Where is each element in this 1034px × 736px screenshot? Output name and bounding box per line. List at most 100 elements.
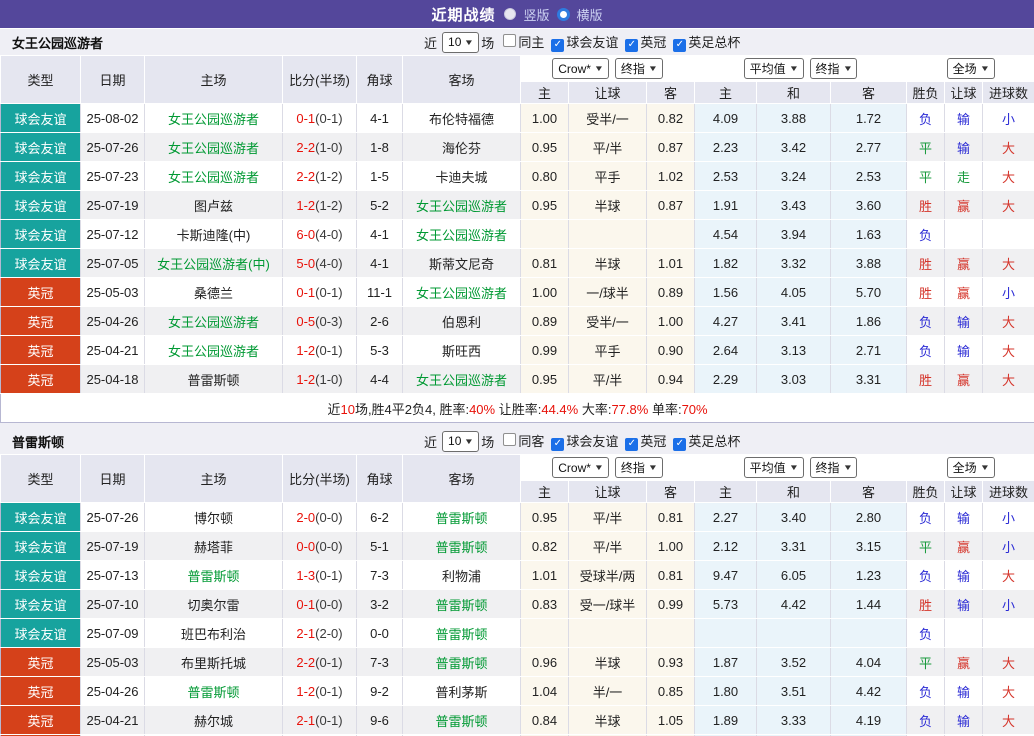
matches-label: 场 xyxy=(481,35,495,51)
home-team[interactable]: 切奥尔雷 xyxy=(144,589,283,619)
away-team[interactable]: 普雷斯顿 xyxy=(402,531,521,561)
odds-handicap: 平/半 xyxy=(568,502,647,532)
home-team[interactable]: 布里斯托城 xyxy=(144,647,283,677)
halftime-score: (0-1) xyxy=(315,712,343,728)
odds-handicap: 半球 xyxy=(568,190,647,220)
match-date: 25-07-19 xyxy=(80,531,145,561)
match-count-select[interactable]: 10 ▼ xyxy=(442,31,480,53)
corner-score: 5-3 xyxy=(356,335,403,365)
away-team[interactable]: 普雷斯顿 xyxy=(402,618,521,648)
filter-checkbox[interactable]: ✓ xyxy=(673,38,687,52)
home-team[interactable]: 普雷斯顿 xyxy=(144,676,283,706)
filter-checkbox[interactable]: ✓ xyxy=(551,437,565,451)
avg-home: 4.09 xyxy=(694,103,757,133)
away-team[interactable]: 普雷斯顿 xyxy=(402,647,521,677)
score: 2-2(1-0) xyxy=(282,132,357,162)
odds-group-header: Crow* ▼ 终指 ▼ xyxy=(520,55,695,82)
team-name: 女王公园巡游者 xyxy=(12,35,104,51)
home-team[interactable]: 图卢兹 xyxy=(144,190,283,220)
avg-home: 1.91 xyxy=(694,190,757,220)
home-team[interactable]: 女王公园巡游者 xyxy=(144,306,283,336)
avg-time-select[interactable]: 终指 ▼ xyxy=(809,58,858,79)
home-team[interactable]: 桑德兰 xyxy=(144,277,283,307)
away-team[interactable]: 普利茅斯 xyxy=(402,676,521,706)
avg-select[interactable]: 平均值 ▼ xyxy=(743,58,804,79)
fulltime-select[interactable]: 全场 ▼ xyxy=(946,58,995,79)
summary-segment: 77.8% xyxy=(611,401,649,417)
result-goals: 小 xyxy=(982,277,1034,307)
away-team[interactable]: 普雷斯顿 xyxy=(402,502,521,532)
filter-checkbox[interactable]: ✓ xyxy=(551,38,565,52)
col-away: 客场 xyxy=(402,55,521,104)
away-team[interactable]: 女王公园巡游者 xyxy=(402,277,521,307)
odds-time-select[interactable]: 终指 ▼ xyxy=(614,456,663,478)
avg-draw: 3.13 xyxy=(756,335,831,365)
layout-radio-vertical[interactable] xyxy=(504,8,517,20)
home-team[interactable]: 女王公园巡游者 xyxy=(144,132,283,162)
odds-home: 0.80 xyxy=(520,161,569,191)
layout-radio-group: 竖版 横版 xyxy=(504,5,603,24)
filter-checkbox[interactable]: ✓ xyxy=(625,437,639,451)
sub-avg-away: 客 xyxy=(829,480,908,503)
halftime-score: (1-2) xyxy=(315,168,343,184)
odds-company-select[interactable]: Crow* ▼ xyxy=(552,457,609,479)
match-date: 25-07-12 xyxy=(80,219,145,249)
away-team[interactable]: 女王公园巡游者 xyxy=(402,219,521,249)
odds-company-select[interactable]: Crow* ▼ xyxy=(552,58,609,80)
away-team[interactable]: 女王公园巡游者 xyxy=(402,364,521,394)
match-count-select[interactable]: 10 ▼ xyxy=(442,430,480,452)
filter-checkbox[interactable] xyxy=(503,433,517,447)
away-team[interactable]: 斯蒂文尼奇 xyxy=(402,248,521,278)
home-team[interactable]: 博尔顿 xyxy=(144,502,283,532)
halftime-score: (0-0) xyxy=(315,509,343,525)
odds-away: 1.02 xyxy=(646,161,695,191)
avg-away: 1.72 xyxy=(830,103,908,133)
avg-away: 3.15 xyxy=(830,531,908,561)
away-team[interactable]: 女王公园巡游者 xyxy=(402,190,521,220)
away-team[interactable]: 利物浦 xyxy=(402,560,521,590)
odds-home: 0.96 xyxy=(520,647,569,677)
away-team[interactable]: 普雷斯顿 xyxy=(402,589,521,619)
layout-radio-horizontal[interactable] xyxy=(556,7,570,21)
match-row: 球会友谊 25-07-12 卡斯迪隆(中) 6-0(4-0) 4-1 女王公园巡游者 4.5… xyxy=(0,219,1034,249)
fulltime-score: 1-2 xyxy=(296,342,316,358)
avg-select[interactable]: 平均值 ▼ xyxy=(743,457,804,478)
home-team[interactable]: 女王公园巡游者 xyxy=(144,103,283,133)
fulltime-select[interactable]: 全场 ▼ xyxy=(946,457,995,478)
away-team[interactable]: 卡迪夫城 xyxy=(402,161,521,191)
score: 0-1(0-1) xyxy=(282,277,357,307)
result-handicap: 输 xyxy=(944,103,984,133)
away-team[interactable]: 海伦芬 xyxy=(402,132,521,162)
match-row: 球会友谊 25-07-26 女王公园巡游者 2-2(1-0) 1-8 海伦芬 0.95 平/半… xyxy=(0,132,1034,162)
result-goals: 大 xyxy=(982,676,1034,706)
odds-handicap: 半球 xyxy=(568,647,647,677)
summary-segment: 大率: xyxy=(578,401,612,417)
away-team[interactable]: 伯恩利 xyxy=(402,306,521,336)
home-team[interactable]: 女王公园巡游者 xyxy=(144,335,283,365)
home-team[interactable]: 女王公园巡游者(中) xyxy=(144,248,283,278)
avg-time-select[interactable]: 终指 ▼ xyxy=(809,457,858,478)
odds-time-select[interactable]: 终指 ▼ xyxy=(614,57,663,79)
away-team[interactable]: 斯旺西 xyxy=(402,335,521,365)
fulltime-select-value: 全场 xyxy=(952,62,977,76)
chevron-down-icon: ▼ xyxy=(979,463,990,472)
sub-avg-draw: 和 xyxy=(756,81,831,104)
home-team[interactable]: 普雷斯顿 xyxy=(144,364,283,394)
fulltime-score: 2-0 xyxy=(296,509,316,525)
away-team[interactable]: 普雷斯顿 xyxy=(402,705,521,735)
home-team[interactable]: 女王公园巡游者 xyxy=(144,161,283,191)
away-team[interactable]: 布伦特福德 xyxy=(402,103,521,133)
home-team[interactable]: 赫塔菲 xyxy=(144,531,283,561)
home-team[interactable]: 普雷斯顿 xyxy=(144,560,283,590)
halftime-score: (0-1) xyxy=(315,284,343,300)
filter-checkbox[interactable] xyxy=(503,34,517,48)
home-team[interactable]: 卡斯迪隆(中) xyxy=(144,219,283,249)
result-outcome: 胜 xyxy=(906,589,946,619)
home-team[interactable]: 班巴布利治 xyxy=(144,618,283,648)
home-team[interactable]: 赫尔城 xyxy=(144,705,283,735)
filter-checkbox[interactable]: ✓ xyxy=(625,38,639,52)
sub-avg-away: 客 xyxy=(829,81,908,104)
avg-home: 1.82 xyxy=(694,248,757,278)
odds-home: 1.04 xyxy=(520,676,569,706)
filter-checkbox[interactable]: ✓ xyxy=(673,437,687,451)
